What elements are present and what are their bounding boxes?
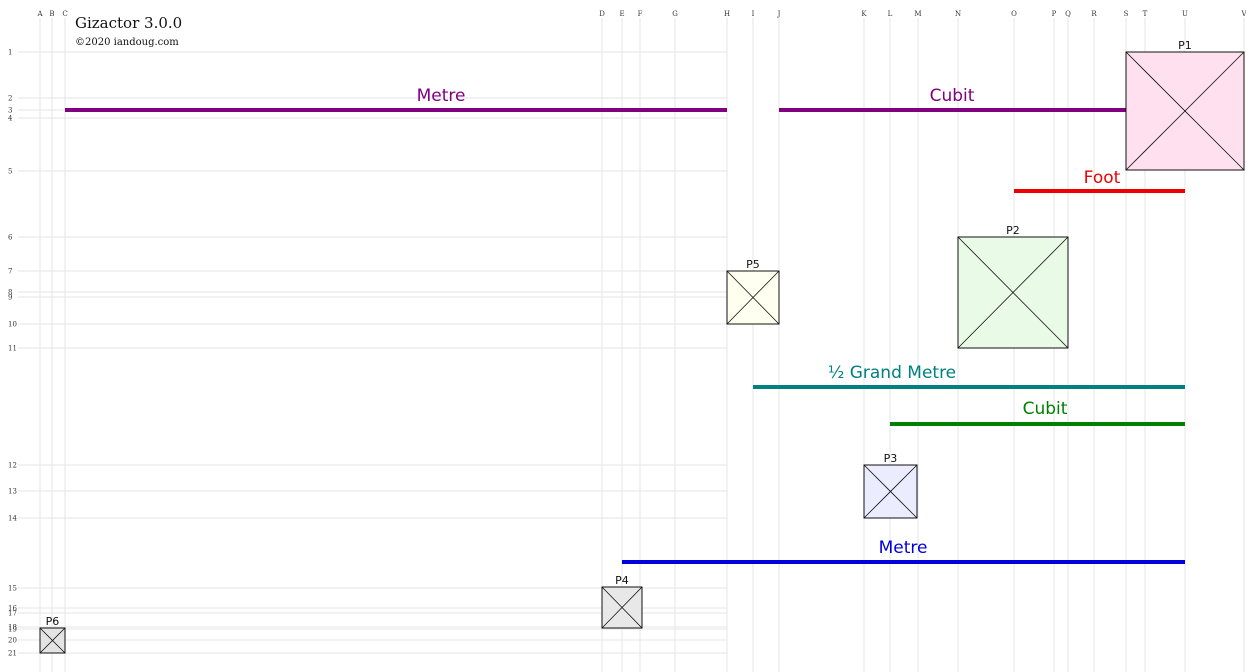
column-label: L <box>888 10 893 18</box>
panel-label: P5 <box>746 258 760 271</box>
column-label: K <box>861 10 867 18</box>
column-label: S <box>1124 10 1129 18</box>
row-label: 2 <box>8 95 12 103</box>
row-label: 11 <box>8 345 17 353</box>
column-label: Q <box>1065 10 1071 18</box>
column-label: J <box>777 10 781 18</box>
bar-cubit-2: Cubit <box>890 399 1185 426</box>
column-label: A <box>36 10 43 18</box>
column-label: U <box>1182 10 1188 18</box>
row-label: 15 <box>8 585 17 593</box>
bar-foot: Foot <box>1014 168 1185 193</box>
row-label: 9 <box>8 294 12 302</box>
column-label: D <box>599 10 605 18</box>
bar-label: Metre <box>417 86 466 106</box>
column-label: C <box>62 10 67 18</box>
row-label: 17 <box>8 610 17 618</box>
bar-cubit-1: Cubit <box>779 86 1126 112</box>
column-label: H <box>724 10 730 18</box>
panel-label: P2 <box>1006 224 1020 237</box>
panel-p2: P2 <box>957 224 1069 349</box>
panel-p4: P4 <box>601 574 643 629</box>
row-label: 5 <box>8 168 12 176</box>
row-label: 20 <box>8 637 17 645</box>
column-label: O <box>1011 10 1017 18</box>
column-label: E <box>619 10 624 18</box>
panel-p6: P6 <box>39 615 66 654</box>
bar-label: Cubit <box>930 86 975 106</box>
row-label: 19 <box>8 626 17 634</box>
column-label: N <box>955 10 961 18</box>
row-label: 3 <box>8 107 12 115</box>
bar-half-grand-metre: ½ Grand Metre <box>753 363 1185 389</box>
column-label: B <box>49 10 54 18</box>
row-label: 14 <box>8 515 17 523</box>
bar-label: Foot <box>1084 168 1121 188</box>
bar-metre-2: Metre <box>622 538 1185 564</box>
panel-p5: P5 <box>726 258 780 325</box>
panel-label: P4 <box>615 574 629 587</box>
panel-p3: P3 <box>863 452 918 519</box>
column-label: F <box>638 10 643 18</box>
column-label: M <box>914 10 921 18</box>
row-label: 10 <box>8 321 17 329</box>
column-label: G <box>672 10 678 18</box>
row-label: 7 <box>8 268 12 276</box>
bar-label: ½ Grand Metre <box>828 363 956 383</box>
bar-label: Metre <box>879 538 928 558</box>
column-label: V <box>1240 10 1246 18</box>
panel-label: P6 <box>46 615 60 628</box>
row-label: 21 <box>8 650 17 658</box>
panel-p1: P1 <box>1125 39 1245 171</box>
row-label: 12 <box>8 462 17 470</box>
bar-label: Cubit <box>1023 399 1068 419</box>
diagram-canvas: Metre CubitFoot½ Grand MetreCubitMetre P1… <box>8 10 1246 672</box>
row-label: 1 <box>8 49 12 57</box>
row-label: 6 <box>8 234 13 242</box>
column-label: T <box>1143 10 1148 18</box>
row-label: 13 <box>8 488 17 496</box>
column-label: R <box>1091 10 1097 18</box>
panel-label: P1 <box>1178 39 1192 52</box>
row-label: 4 <box>8 115 13 123</box>
panel-label: P3 <box>884 452 898 465</box>
column-label: P <box>1052 10 1057 18</box>
column-label: I <box>752 10 755 18</box>
